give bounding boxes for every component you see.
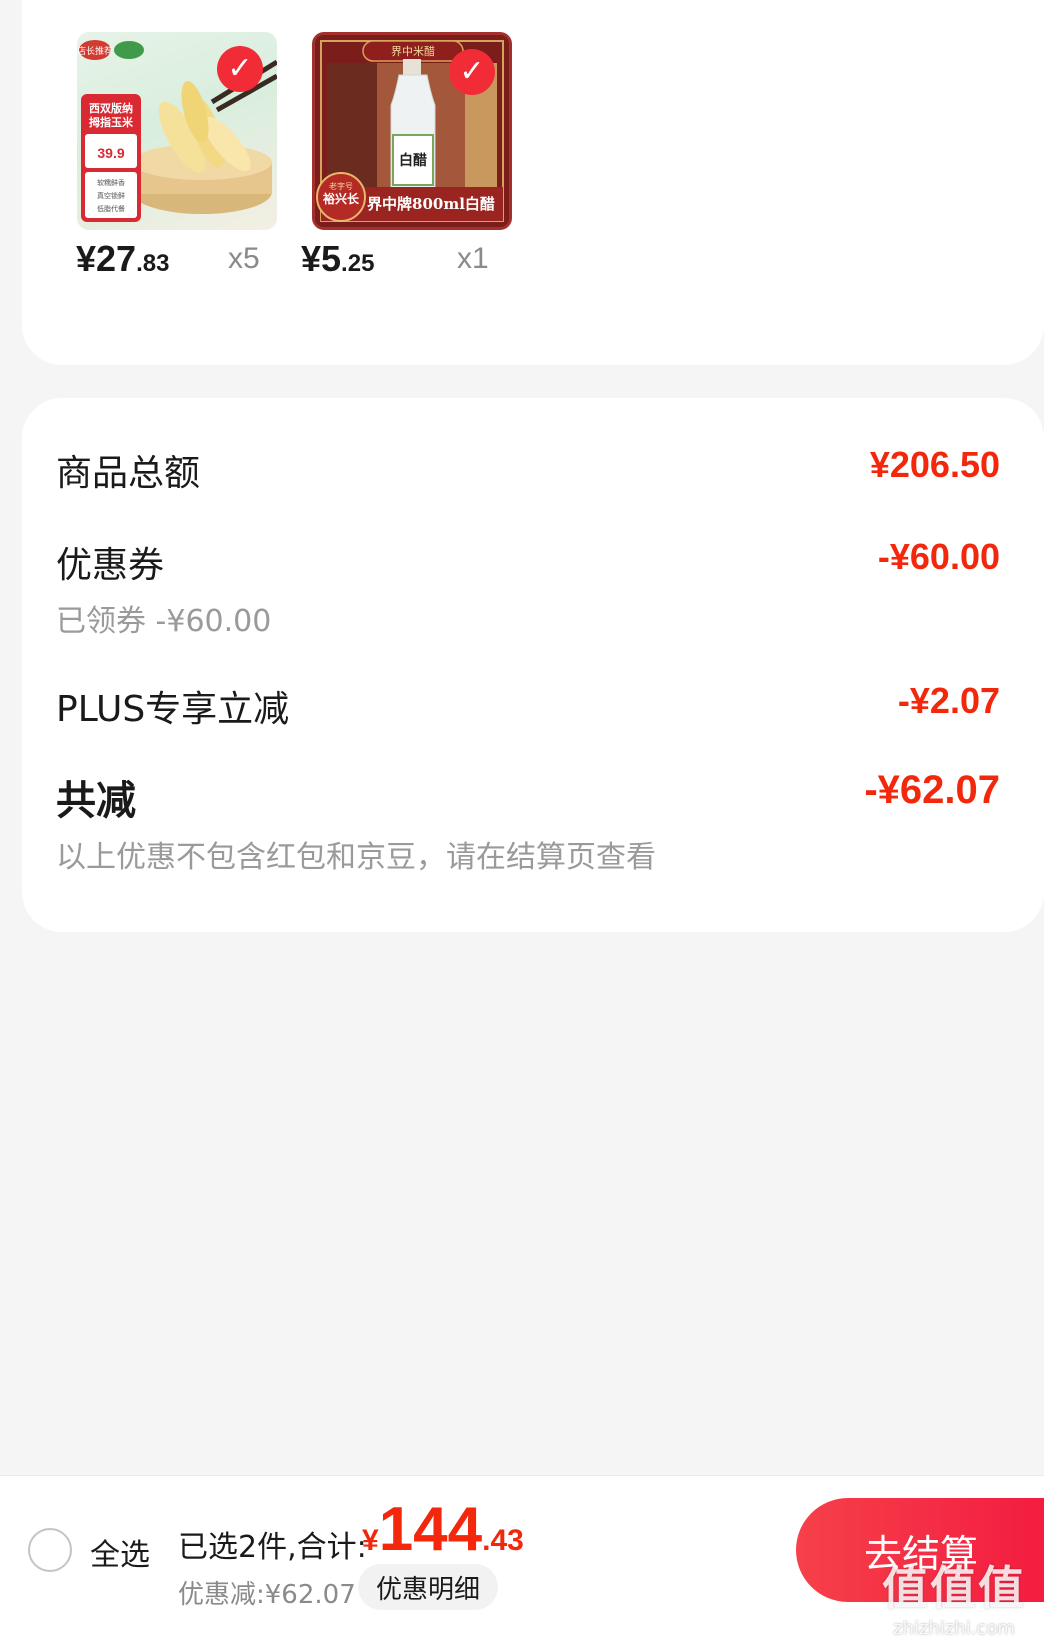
watermark-logo-text: 值值值 <box>882 1561 1026 1615</box>
checkout-bar: 全选 已选2件,合计: ¥144.43 优惠减:¥62.07 优惠明细 去结算 … <box>0 1475 1044 1647</box>
discount-detail-button[interactable]: 优惠明细 <box>358 1564 498 1610</box>
svg-text:裕兴长: 裕兴长 <box>322 191 360 206</box>
discount-amount-text: 优惠减:¥62.07 <box>178 1580 356 1610</box>
svg-text:拇指玉米: 拇指玉米 <box>89 115 134 129</box>
product-price: ¥5.25 <box>301 238 374 280</box>
plus-discount-value: -¥2.07 <box>897 680 1000 721</box>
site-watermark: 值值值 zhizhizhi.com <box>882 1552 1026 1639</box>
product-image-vinegar[interactable]: 界中米醋 白醋 老字号 裕兴长 界中牌800ml白醋 ✓ <box>312 32 512 230</box>
selected-count-text: 已选2件,合计: <box>178 1530 367 1565</box>
product-price-dec: .83 <box>136 250 170 277</box>
cart-products-card: 店长推荐 西双版纳 拇指玉米 39.9 软糯鲜香 真空锁鲜 低脂代餐 ✓ ¥27… <box>22 0 1044 365</box>
total-price-int: 144 <box>378 1495 483 1564</box>
product-price-dec: .25 <box>341 250 375 277</box>
select-all-radio[interactable] <box>28 1528 72 1572</box>
discount-note: 以上优惠不包含红包和京豆，请在结算页查看 <box>56 840 656 875</box>
product-price: ¥27.83 <box>76 238 169 280</box>
subtotal-label: 商品总额 <box>56 453 201 494</box>
select-all-label[interactable]: 全选 <box>90 1530 150 1574</box>
svg-text:界中牌800ml白醋: 界中牌800ml白醋 <box>367 195 495 213</box>
banner-text: 界中米醋 <box>391 44 435 58</box>
price-summary-card: 商品总额 ¥206.50 优惠券 -¥60.00 已领券 -¥60.00 PLU… <box>22 398 1044 932</box>
badge-recommend-text: 店长推荐 <box>77 45 113 57</box>
cart-total-price: ¥144.43 <box>362 1494 524 1565</box>
svg-text:真空锁鲜: 真空锁鲜 <box>97 191 125 200</box>
total-discount-value: -¥62.07 <box>864 768 1000 812</box>
product-quantity: x5 <box>228 242 260 275</box>
svg-text:西双版纳: 西双版纳 <box>89 101 133 115</box>
subtotal-value: ¥206.50 <box>869 444 1000 485</box>
total-discount-label: 共减 <box>56 778 136 824</box>
product-price-int: ¥27 <box>76 238 137 279</box>
plus-discount-label: PLUS专享立减 <box>56 689 290 730</box>
coupon-value: -¥60.00 <box>877 536 1000 577</box>
coupon-claimed-text: 已领券 -¥60.00 <box>56 604 272 639</box>
svg-text:老字号: 老字号 <box>329 181 353 191</box>
product-checked-icon[interactable]: ✓ <box>449 49 495 95</box>
product-price-int: ¥5 <box>301 238 342 279</box>
svg-text:软糯鲜香: 软糯鲜香 <box>97 178 125 187</box>
svg-text:白醋: 白醋 <box>399 152 427 169</box>
total-currency-symbol: ¥ <box>362 1524 379 1557</box>
product-checked-icon[interactable]: ✓ <box>217 46 263 92</box>
coupon-label: 优惠券 <box>56 545 165 586</box>
total-price-dec: .43 <box>482 1524 524 1557</box>
product-image-corn[interactable]: 店长推荐 西双版纳 拇指玉米 39.9 软糯鲜香 真空锁鲜 低脂代餐 ✓ <box>77 32 277 230</box>
watermark-url-text: zhizhizhi.com <box>893 1618 1015 1639</box>
svg-text:39.9: 39.9 <box>97 145 124 161</box>
product-quantity: x1 <box>457 242 489 275</box>
svg-text:低脂代餐: 低脂代餐 <box>97 204 125 213</box>
